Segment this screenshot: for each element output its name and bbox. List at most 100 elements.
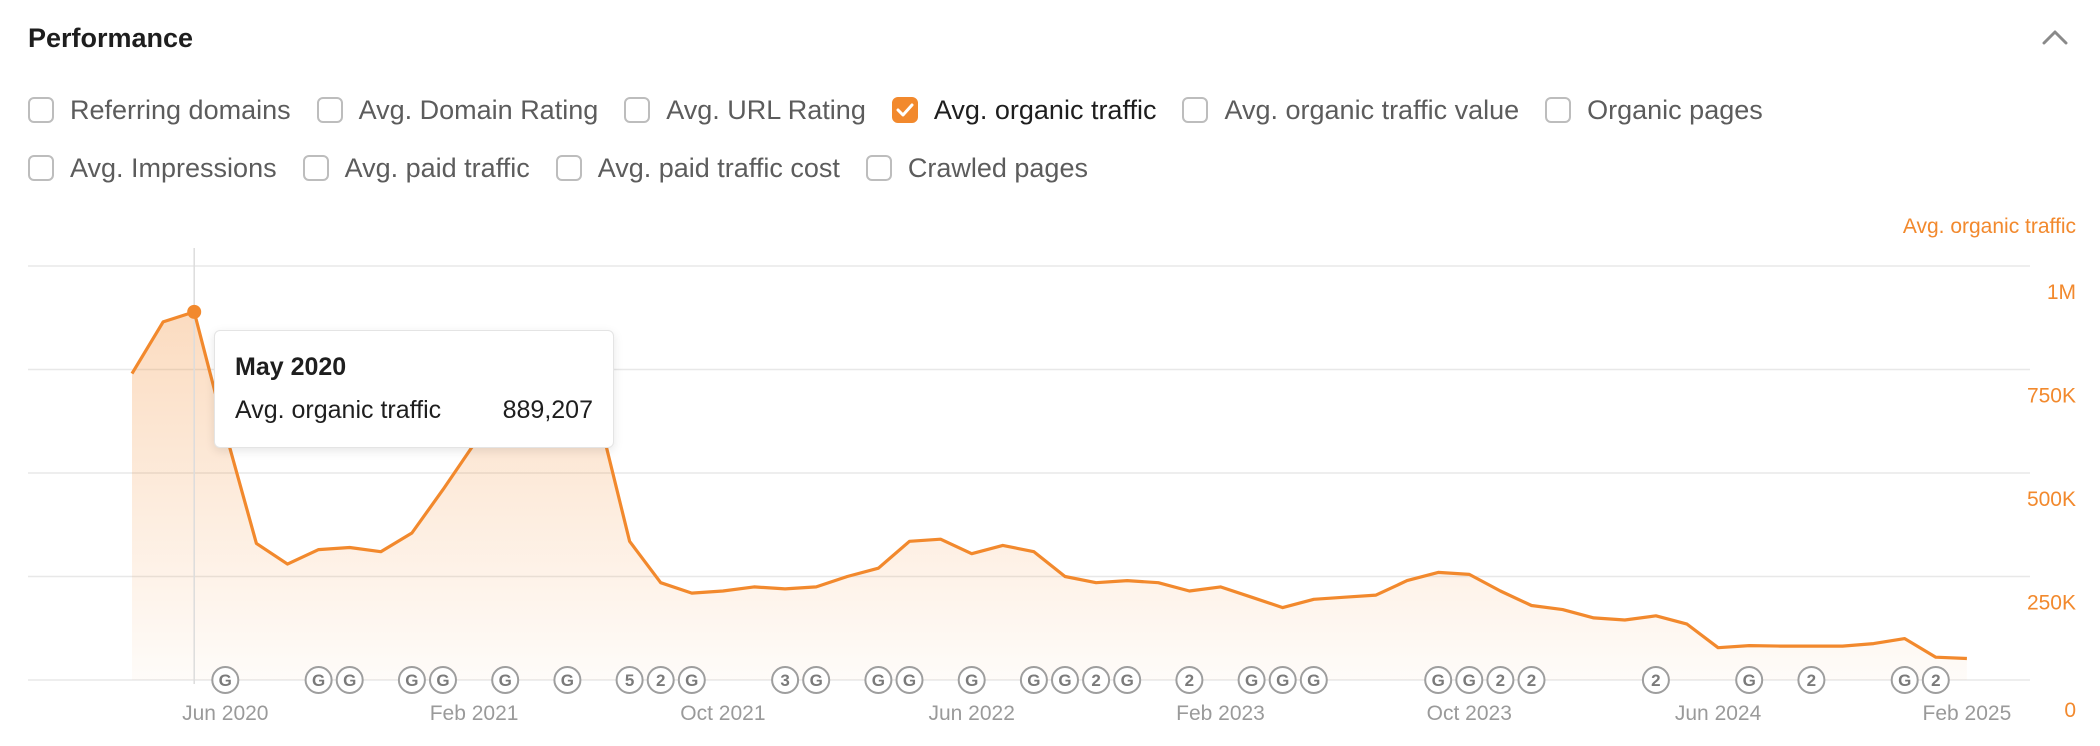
google-update-marker[interactable]: G	[553, 666, 582, 694]
google-update-marker[interactable]: G	[802, 666, 831, 694]
google-update-marker[interactable]: G	[491, 666, 520, 694]
marker-label: 2	[1807, 671, 1816, 690]
marker-label: 5	[625, 671, 634, 690]
y-axis-title: Avg. organic traffic	[1903, 215, 2076, 238]
google-update-marker[interactable]: G	[1051, 666, 1079, 694]
marker-label: G	[1898, 671, 1911, 690]
google-update-marker[interactable]: G	[1299, 666, 1328, 694]
checkbox-label: Avg. paid traffic cost	[597, 152, 840, 183]
checkbox-crawled-pages[interactable]: Crawled pages	[865, 152, 1088, 184]
marker-label: 2	[1931, 671, 1940, 690]
checkbox-empty-icon	[28, 97, 54, 123]
google-update-marker[interactable]: G	[1424, 666, 1453, 694]
google-update-marker[interactable]: G	[1735, 666, 1764, 694]
marker-label: G	[685, 671, 698, 690]
checkbox-avg-paid-traffic-cost[interactable]: Avg. paid traffic cost	[555, 152, 840, 184]
update-count-marker[interactable]: 2	[1921, 666, 1950, 694]
marker-label: 2	[1496, 671, 1505, 690]
checkbox-avg-paid-traffic[interactable]: Avg. paid traffic	[302, 153, 530, 184]
marker-label: G	[312, 671, 325, 690]
y-axis: 0 250K 500K 750K 1M	[2027, 281, 2076, 722]
tooltip-value: 889,207	[502, 396, 593, 424]
marker-label: G	[1307, 671, 1320, 690]
google-update-marker[interactable]: G	[1113, 666, 1142, 694]
update-count-marker[interactable]: 2	[1517, 666, 1546, 694]
google-update-marker[interactable]: G	[429, 666, 457, 694]
marker-label: G	[436, 671, 449, 690]
update-count-marker[interactable]: 2	[1082, 666, 1111, 694]
filter-row: Avg. Impressions Avg. paid traffic Avg. pa…	[28, 146, 1988, 190]
checkbox-label: Crawled pages	[907, 152, 1088, 183]
google-update-marker[interactable]: G	[211, 666, 240, 694]
google-update-marker[interactable]: G	[1455, 666, 1484, 694]
marker-label: G	[810, 671, 823, 690]
checkbox-organic-pages[interactable]: Organic pages	[1545, 95, 1763, 126]
update-count-marker[interactable]: 2	[1175, 666, 1204, 694]
checkbox-empty-icon	[28, 155, 54, 181]
marker-label: G	[1432, 671, 1445, 690]
google-update-marker[interactable]: G	[1890, 666, 1919, 694]
marker-label: G	[903, 671, 916, 690]
marker-label: G	[1027, 671, 1040, 690]
marker-label: 2	[1091, 671, 1100, 690]
google-update-marker[interactable]: G	[864, 666, 893, 694]
google-update-marker[interactable]: G	[1019, 666, 1048, 694]
checkbox-avg-domain-rating[interactable]: Avg. Domain Rating	[316, 95, 598, 126]
google-update-marker[interactable]: G	[1237, 666, 1266, 694]
marker-label: 2	[1185, 671, 1194, 690]
checkbox-label: Organic pages	[1587, 94, 1763, 125]
tooltip-metric: Avg. organic traffic	[235, 396, 442, 424]
marker-label: G	[1276, 671, 1289, 690]
x-axis: Jun 2020 Feb 2021 Oct 2021 Jun 2022 Feb 2023…	[182, 702, 2011, 725]
area-layer	[130, 248, 1967, 684]
google-update-marker[interactable]: G	[957, 666, 986, 694]
y-tick-label: 500K	[2027, 488, 2076, 511]
checkbox-empty-icon	[1545, 97, 1572, 123]
panel-title: Performance	[28, 23, 194, 53]
checkbox-empty-icon	[624, 97, 651, 123]
marker-label: G	[499, 671, 512, 690]
x-tick-label: Feb 2025	[1923, 702, 2012, 725]
y-tick-label: 1M	[2047, 281, 2076, 304]
checkbox-empty-icon	[1182, 97, 1209, 123]
marker-label: 2	[656, 671, 665, 690]
y-tick-label: 0	[2064, 699, 2076, 722]
checkbox-avg-url-rating[interactable]: Avg. URL Rating	[624, 95, 866, 126]
update-count-marker[interactable]: 2	[1641, 666, 1670, 694]
marker-label: G	[405, 671, 418, 690]
google-update-marker[interactable]: G	[895, 666, 924, 694]
chart-tooltip: May 2020 Avg. organic traffic 889,207	[214, 330, 614, 448]
marker-label: G	[343, 671, 356, 690]
update-count-marker[interactable]: 5	[615, 666, 644, 694]
google-update-marker[interactable]: G	[397, 666, 426, 694]
google-update-marker[interactable]: G	[304, 666, 333, 694]
tooltip-title: May 2020	[235, 353, 347, 381]
marker-label: G	[561, 671, 574, 690]
marker-label: G	[1463, 671, 1476, 690]
marker-label: G	[219, 671, 232, 690]
marker-label: G	[1743, 671, 1756, 690]
checkbox-referring-domains[interactable]: Referring domains	[28, 95, 291, 126]
x-tick-label: Jun 2024	[1675, 702, 1762, 725]
collapse-button[interactable]	[2038, 22, 2072, 56]
x-tick-label: Feb 2023	[1176, 702, 1265, 725]
checkbox-avg-impressions[interactable]: Avg. Impressions	[28, 153, 277, 184]
metric-filters: Referring domains Avg. Domain Rating Avg. …	[28, 88, 1988, 204]
checkbox-avg-organic-traffic-value[interactable]: Avg. organic traffic value	[1182, 95, 1519, 126]
update-count-marker[interactable]: 2	[646, 666, 675, 694]
google-update-marker[interactable]: G	[677, 666, 706, 694]
filter-row: Referring domains Avg. Domain Rating Avg. …	[28, 88, 1988, 132]
update-count-marker[interactable]: 2	[1797, 666, 1826, 694]
y-tick-label: 750K	[2027, 385, 2076, 408]
checkbox-avg-organic-traffic[interactable]: Avg. organic traffic	[891, 94, 1157, 126]
x-tick-label: Jun 2022	[928, 702, 1014, 725]
google-update-marker[interactable]: G	[335, 666, 364, 694]
marker-label: G	[1058, 671, 1071, 690]
tooltip-row: Avg. organic traffic 889,207	[235, 396, 593, 425]
google-update-marker[interactable]: G	[1268, 666, 1297, 694]
update-count-marker[interactable]: 3	[771, 666, 800, 694]
marker-label: G	[1121, 671, 1134, 690]
checkbox-label: Avg. organic traffic	[933, 94, 1157, 125]
update-count-marker[interactable]: 2	[1486, 666, 1515, 694]
checkbox-label: Avg. Impressions	[70, 152, 277, 183]
